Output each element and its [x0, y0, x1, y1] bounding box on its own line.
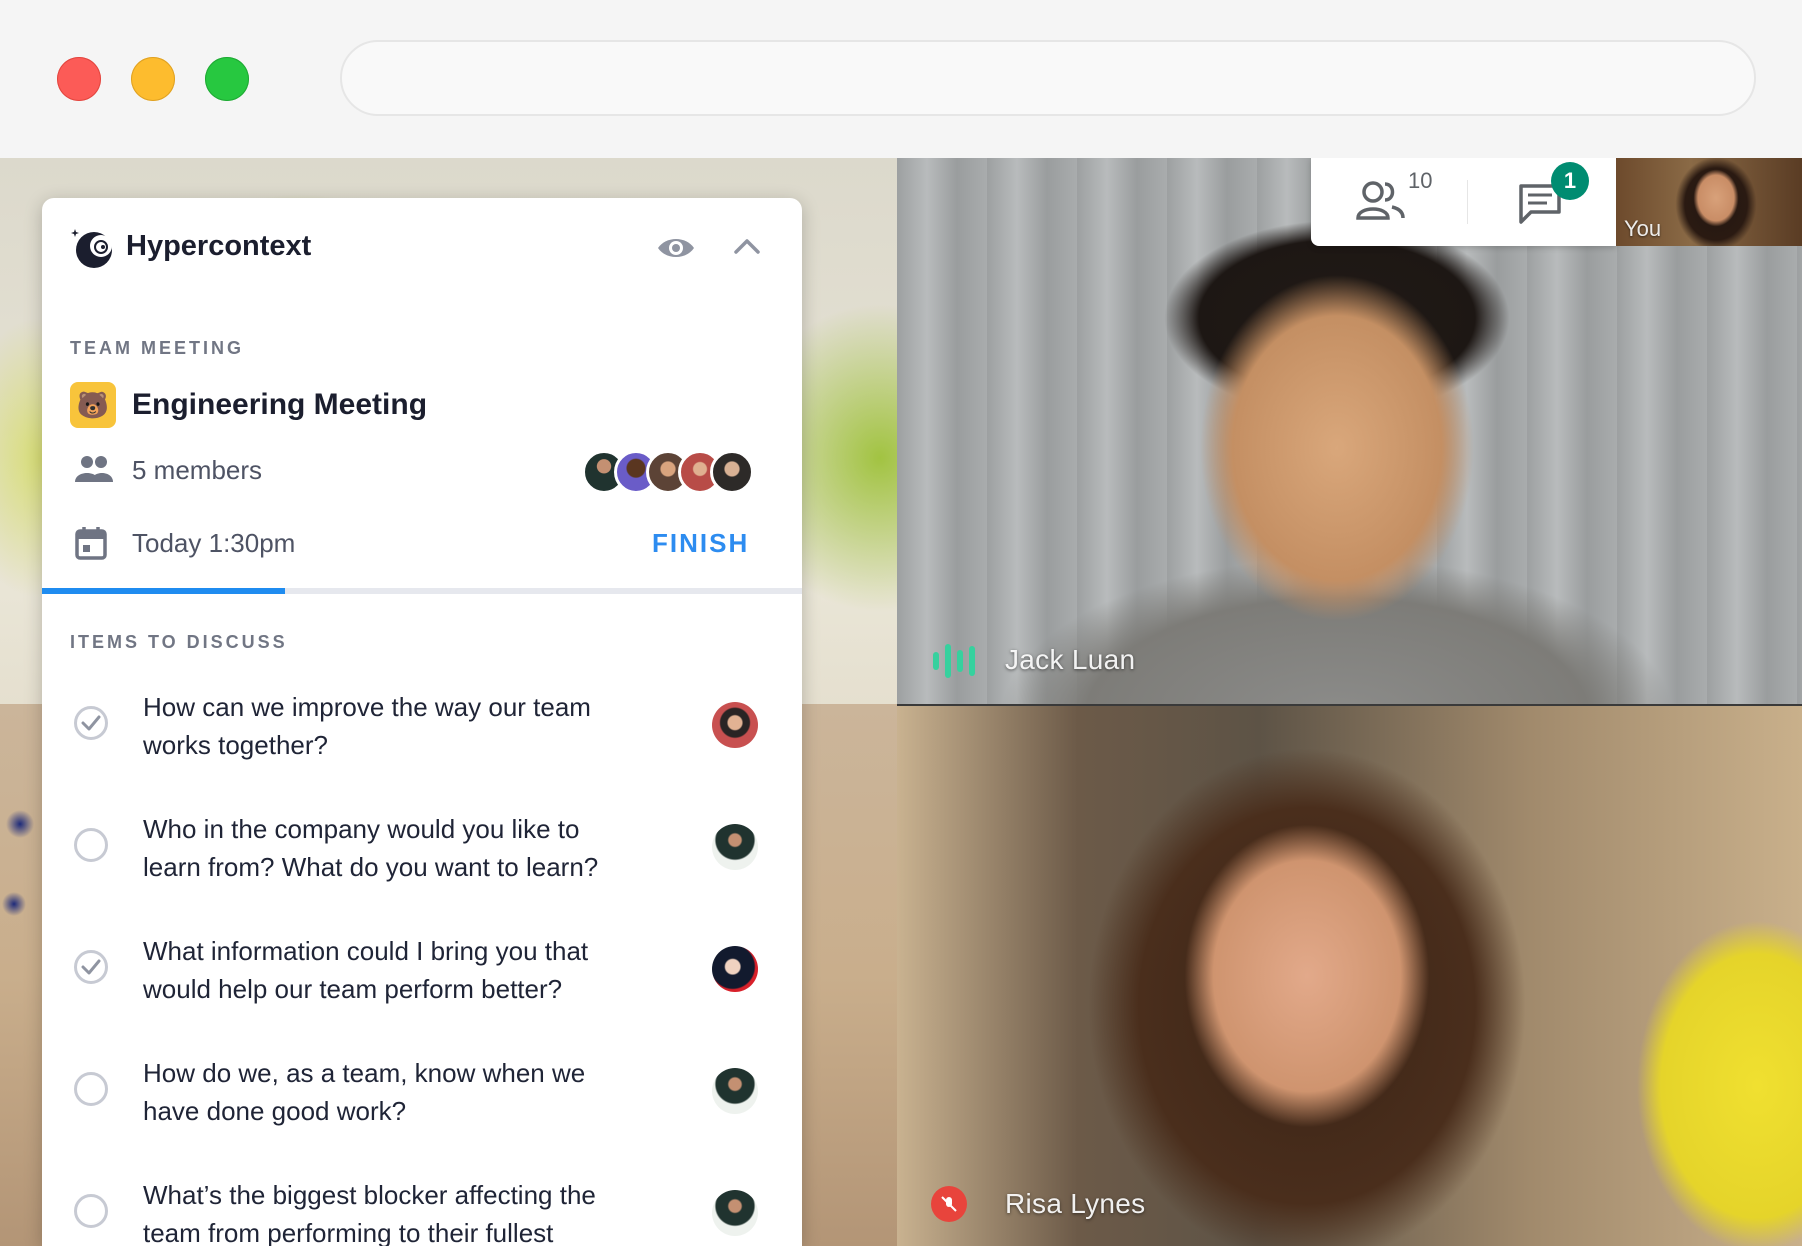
- agenda-item[interactable]: Who in the company would you like to lea…: [42, 796, 802, 906]
- meeting-title[interactable]: Engineering Meeting: [132, 388, 427, 422]
- hypercontext-panel: Hypercontext TEAM MEETING 🐻 Engineering …: [42, 198, 802, 1246]
- minimize-window-button[interactable]: [131, 57, 175, 101]
- section-label-team-meeting: TEAM MEETING: [70, 338, 244, 358]
- app-title: Hypercontext: [126, 230, 312, 262]
- meeting-progress-bar: [42, 588, 802, 594]
- unchecked-circle-icon[interactable]: [74, 828, 108, 862]
- mic-off-icon: [931, 1186, 967, 1222]
- avatar: [712, 702, 758, 748]
- self-view-tile[interactable]: You: [1616, 158, 1802, 246]
- chat-unread-badge: 1: [1551, 162, 1589, 200]
- self-label: You: [1624, 216, 1662, 241]
- eye-icon[interactable]: [656, 234, 696, 267]
- avatar: [712, 1190, 758, 1236]
- checkmark-icon[interactable]: [74, 950, 108, 984]
- unchecked-circle-icon[interactable]: [74, 1072, 108, 1106]
- progress-fill: [42, 588, 286, 594]
- unchecked-circle-icon[interactable]: [74, 1194, 108, 1228]
- participant-name: Risa Lynes: [1005, 1188, 1146, 1219]
- agenda-item-text: How do we, as a team, know when we have …: [143, 1058, 586, 1126]
- address-bar[interactable]: [340, 40, 1756, 116]
- close-window-button[interactable]: [57, 57, 101, 101]
- agenda-item[interactable]: How do we, as a team, know when we have …: [42, 1040, 802, 1150]
- maximize-window-button[interactable]: [205, 57, 249, 101]
- participants-count: 10: [1408, 168, 1433, 193]
- meeting-time: Today 1:30pm: [132, 528, 296, 558]
- meet-controls-bar: 10 1: [1311, 158, 1616, 246]
- agenda-item-text: Who in the company would you like to lea…: [143, 814, 599, 882]
- browser-chrome: [0, 0, 1802, 159]
- members-count[interactable]: 5 members: [132, 455, 262, 486]
- avatar: [712, 824, 758, 870]
- chevron-up-icon[interactable]: [732, 234, 762, 263]
- speaking-indicator-icon: [933, 644, 975, 678]
- avatar: [712, 946, 758, 992]
- agenda-item[interactable]: How can we improve the way our team work…: [42, 674, 802, 784]
- avatar: [710, 450, 754, 494]
- section-label-items: ITEMS TO DISCUSS: [70, 632, 288, 652]
- hypercontext-logo-icon: [70, 226, 114, 270]
- participant-name: Jack Luan: [1005, 644, 1136, 675]
- video-tile-risa[interactable]: Risa Lynes: [897, 706, 1802, 1246]
- agenda-item-text: What’s the biggest blocker affecting the…: [143, 1180, 596, 1246]
- meeting-emoji-icon: 🐻: [70, 382, 116, 428]
- members-icon: [75, 454, 113, 487]
- agenda-item[interactable]: What’s the biggest blocker affecting the…: [42, 1162, 802, 1246]
- agenda-item-text: What information could I bring you that …: [143, 936, 589, 1004]
- member-avatars[interactable]: [582, 450, 754, 494]
- agenda-item-text: How can we improve the way our team work…: [143, 692, 591, 760]
- divider: [1467, 180, 1468, 224]
- agenda-item[interactable]: What information could I bring you that …: [42, 918, 802, 1028]
- avatar: [712, 1068, 758, 1114]
- participants-icon[interactable]: [1355, 178, 1407, 227]
- finish-button[interactable]: FINISH: [652, 528, 749, 559]
- calendar-icon: [75, 526, 107, 565]
- checkmark-icon[interactable]: [74, 706, 108, 740]
